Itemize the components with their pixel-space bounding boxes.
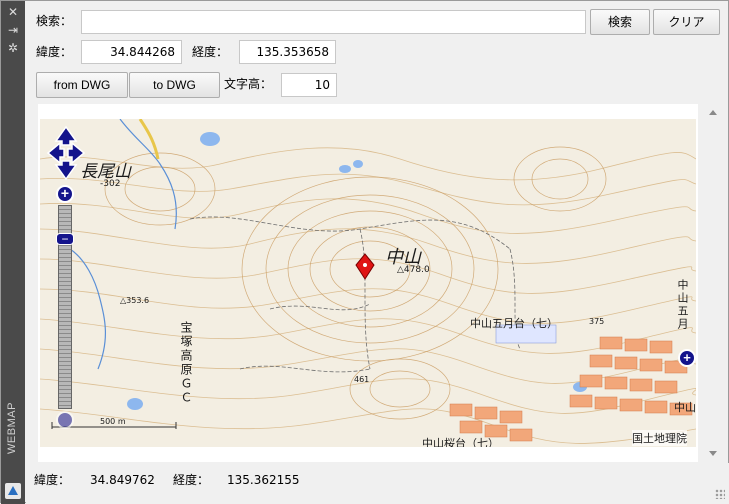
text-height-field[interactable]: 10 — [281, 73, 337, 97]
map-label-takarazuka: 宝塚高原ＧＣ — [179, 321, 193, 405]
status-longitude-value: 135.362155 — [227, 473, 300, 487]
map-label-nagaoyama-elev: -302 — [100, 179, 121, 189]
map-frame: 長尾山 -302 中山 △478.0 △353.6 宝塚高原ＧＣ 461 375… — [38, 104, 698, 462]
topographic-map — [40, 119, 696, 447]
longitude-field[interactable]: 135.353658 — [239, 40, 336, 64]
map-attribution: 国土地理院 — [632, 430, 687, 446]
search-input[interactable] — [81, 10, 586, 34]
zoom-control: + − — [56, 185, 74, 429]
palette-titlebar[interactable]: ✕ ⇥ ✲ WEBMAP — [1, 1, 25, 504]
latitude-label: 緯度： — [36, 45, 73, 59]
to-dwg-button[interactable]: to DWG — [129, 72, 220, 98]
properties-icon[interactable]: ✲ — [6, 41, 20, 55]
pan-arrows-icon[interactable] — [46, 125, 86, 181]
palette-title: WEBMAP — [6, 402, 18, 454]
resize-grip-icon[interactable] — [715, 489, 725, 499]
latitude-field[interactable]: 34.844268 — [81, 40, 182, 64]
map-label-nakayama-edge2: 中山 — [674, 401, 696, 414]
map-label-elev-461: 461 — [354, 375, 370, 384]
map-label-nakayama-edge: 中山五月 — [676, 279, 689, 331]
map-label-elev-353: △353.6 — [120, 296, 150, 305]
zoom-in-button[interactable]: + — [56, 185, 74, 203]
zoom-slider-handle[interactable]: − — [56, 233, 74, 245]
map-expand-button[interactable]: + — [678, 349, 696, 367]
map-label-sakuradai: 中山桜台（七） — [422, 437, 499, 447]
vertical-scrollbar[interactable] — [705, 104, 722, 462]
search-label: 検索： — [36, 14, 73, 28]
scroll-down-icon[interactable] — [709, 451, 717, 456]
webmap-palette: ✕ ⇥ ✲ WEBMAP 検索： 検索 クリア 緯度： 34.844268 経度… — [0, 0, 729, 504]
map-view[interactable]: 長尾山 -302 中山 △478.0 △353.6 宝塚高原ＧＣ 461 375… — [40, 119, 696, 447]
map-label-satsukidai: 中山五月台（七） — [470, 317, 558, 330]
palette-content: 検索： 検索 クリア 緯度： 34.844268 経度： 135.353658 … — [26, 1, 729, 504]
status-latitude-label: 緯度： — [34, 473, 71, 487]
map-label-elev-375: 375 — [589, 317, 605, 326]
scale-bar-label: 500 m — [100, 417, 126, 426]
autohide-icon[interactable]: ⇥ — [6, 23, 20, 37]
status-bar: 緯度： 34.849762 経度： 135.362155 — [26, 463, 729, 503]
app-logo-icon — [5, 483, 21, 499]
longitude-label: 経度： — [192, 45, 229, 59]
close-icon[interactable]: ✕ — [6, 5, 20, 19]
search-button[interactable]: 検索 — [590, 9, 650, 35]
map-label-nakayama-elev: △478.0 — [397, 265, 430, 275]
clear-button[interactable]: クリア — [653, 9, 720, 35]
zoom-out-button[interactable] — [56, 411, 74, 429]
from-dwg-button[interactable]: from DWG — [36, 72, 128, 98]
status-longitude-label: 経度： — [173, 473, 210, 487]
scroll-up-icon[interactable] — [709, 110, 717, 115]
text-height-label: 文字高： — [224, 77, 273, 91]
status-latitude-value: 34.849762 — [90, 473, 155, 487]
